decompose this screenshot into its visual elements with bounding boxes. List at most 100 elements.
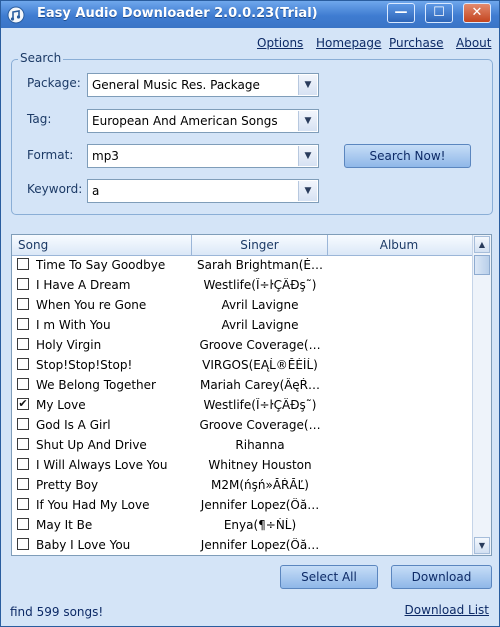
song-title: Stop!Stop!Stop! xyxy=(36,358,133,372)
scroll-thumb[interactable] xyxy=(474,255,490,275)
menu-about-link[interactable]: About xyxy=(456,36,491,50)
singer-name: Mariah Carey(ÂęŔ… xyxy=(199,378,321,392)
singer-name: Westlife(Î÷ŀÇÄĐş˜) xyxy=(203,278,317,292)
scroll-down-arrow-icon[interactable]: ▼ xyxy=(474,537,490,554)
song-title: I m With You xyxy=(36,318,111,332)
tag-select[interactable]: European And American Songs ▼ xyxy=(87,109,319,133)
format-label: Format: xyxy=(27,148,74,162)
row-checkbox[interactable] xyxy=(17,418,29,430)
tag-value: European And American Songs xyxy=(92,114,278,128)
select-all-button[interactable]: Select All xyxy=(280,565,378,589)
chevron-down-icon[interactable]: ▼ xyxy=(298,75,317,95)
row-checkbox[interactable] xyxy=(17,378,29,390)
song-list[interactable]: Song Singer Album Time To Say Goodbye Sar… xyxy=(11,234,492,556)
row-checkbox[interactable] xyxy=(17,438,29,450)
song-title: I Will Always Love You xyxy=(36,458,168,472)
search-group-legend: Search xyxy=(18,51,64,65)
list-item[interactable]: Baby I Love You Jennifer Lopez(Öă… xyxy=(12,535,472,555)
format-value: mp3 xyxy=(92,149,119,163)
row-checkbox[interactable] xyxy=(17,518,29,530)
list-item[interactable]: If You Had My Love Jennifer Lopez(Öă… xyxy=(12,495,472,515)
song-title: Shut Up And Drive xyxy=(36,438,147,452)
song-title: I Have A Dream xyxy=(36,278,131,292)
list-header: Song Singer Album xyxy=(12,235,472,256)
list-item[interactable]: Pretty Boy M2M(ńşń»ĂŔĂĽ) xyxy=(12,475,472,495)
status-text: find 599 songs! xyxy=(10,605,104,619)
list-item[interactable]: God Is A Girl Groove Coverage(… xyxy=(12,415,472,435)
column-header-singer[interactable]: Singer xyxy=(192,235,328,255)
song-title: Baby I Love You xyxy=(36,538,131,552)
chevron-down-icon[interactable]: ▼ xyxy=(298,146,317,166)
list-item[interactable]: May It Be Enya(¶÷ŃĹ) xyxy=(12,515,472,535)
download-button[interactable]: Download xyxy=(391,565,492,589)
app-icon xyxy=(7,6,25,24)
list-item[interactable]: ✔ My Love Westlife(Î÷ŀÇÄĐş˜) xyxy=(12,395,472,415)
title-bar[interactable]: Easy Audio Downloader 2.0.0.23(Trial) — … xyxy=(1,1,499,28)
list-item[interactable]: Time To Say Goodbye Sarah Brightman(É… xyxy=(12,255,472,275)
chevron-down-icon[interactable]: ▼ xyxy=(298,181,317,201)
column-header-song[interactable]: Song xyxy=(12,235,192,255)
scroll-up-arrow-icon[interactable]: ▲ xyxy=(474,236,490,253)
list-item[interactable]: Stop!Stop!Stop! VIRGOS(ЕĄĹ®ĔĖÍĹ) xyxy=(12,355,472,375)
singer-name: Avril Lavigne xyxy=(221,298,299,312)
singer-name: Whitney Houston xyxy=(208,458,312,472)
singer-name: Sarah Brightman(É… xyxy=(196,258,324,272)
song-title: May It Be xyxy=(36,518,93,532)
row-checkbox[interactable] xyxy=(17,478,29,490)
search-now-button[interactable]: Search Now! xyxy=(344,144,471,168)
song-title: We Belong Together xyxy=(36,378,156,392)
main-window: Easy Audio Downloader 2.0.0.23(Trial) — … xyxy=(0,0,500,627)
download-list-link[interactable]: Download List xyxy=(405,603,489,617)
song-title: Holy Virgin xyxy=(36,338,102,352)
minimize-button[interactable]: — xyxy=(387,3,415,23)
package-select[interactable]: General Music Res. Package ▼ xyxy=(87,73,319,97)
list-item[interactable]: I Will Always Love You Whitney Houston xyxy=(12,455,472,475)
list-item[interactable]: Shut Up And Drive Rihanna xyxy=(12,435,472,455)
menu-options-link[interactable]: Options xyxy=(257,36,303,50)
row-checkbox[interactable] xyxy=(17,278,29,290)
row-checkbox[interactable] xyxy=(17,458,29,470)
song-title: If You Had My Love xyxy=(36,498,150,512)
chevron-down-icon[interactable]: ▼ xyxy=(298,111,317,131)
song-title: My Love xyxy=(36,398,86,412)
list-item[interactable]: When You re Gone Avril Lavigne xyxy=(12,295,472,315)
list-item[interactable]: Holy Virgin Groove Coverage(… xyxy=(12,335,472,355)
singer-name: Groove Coverage(… xyxy=(199,338,321,352)
row-checkbox[interactable] xyxy=(17,298,29,310)
row-checkbox[interactable]: ✔ xyxy=(17,398,29,410)
row-checkbox[interactable] xyxy=(17,338,29,350)
menu-homepage-link[interactable]: Homepage xyxy=(316,36,381,50)
singer-name: VIRGOS(ЕĄĹ®ĔĖÍĹ) xyxy=(202,358,318,372)
row-checkbox[interactable] xyxy=(17,258,29,270)
song-title: Time To Say Goodbye xyxy=(36,258,166,272)
list-scrollbar[interactable]: ▲ ▼ xyxy=(472,235,491,555)
singer-name: Avril Lavigne xyxy=(221,318,299,332)
row-checkbox[interactable] xyxy=(17,498,29,510)
song-title: Pretty Boy xyxy=(36,478,99,492)
menu-purchase-link[interactable]: Purchase xyxy=(389,36,444,50)
song-title: When You re Gone xyxy=(36,298,147,312)
list-item[interactable]: We Belong Together Mariah Carey(ÂęŔ… xyxy=(12,375,472,395)
keyword-value: a xyxy=(92,184,100,198)
keyword-label: Keyword: xyxy=(27,182,83,196)
row-checkbox[interactable] xyxy=(17,318,29,330)
package-label: Package: xyxy=(27,76,81,90)
row-checkbox[interactable] xyxy=(17,358,29,370)
singer-name: Groove Coverage(… xyxy=(199,418,321,432)
maximize-button[interactable]: ☐ xyxy=(425,3,453,23)
column-header-album[interactable]: Album xyxy=(328,235,470,255)
tag-label: Tag: xyxy=(27,112,52,126)
package-value: General Music Res. Package xyxy=(92,78,260,92)
keyword-combo[interactable]: a ▼ xyxy=(87,179,319,203)
singer-name: M2M(ńşń»ĂŔĂĽ) xyxy=(211,478,309,492)
format-select[interactable]: mp3 ▼ xyxy=(87,144,319,168)
row-checkbox[interactable] xyxy=(17,538,29,550)
singer-name: Jennifer Lopez(Öă… xyxy=(200,498,320,512)
singer-name: Rihanna xyxy=(235,438,285,452)
window-title: Easy Audio Downloader 2.0.0.23(Trial) xyxy=(37,6,318,21)
list-item[interactable]: I Have A Dream Westlife(Î÷ŀÇÄĐş˜) xyxy=(12,275,472,295)
close-button[interactable]: ✕ xyxy=(463,3,491,23)
list-item[interactable]: I m With You Avril Lavigne xyxy=(12,315,472,335)
singer-name: Enya(¶÷ŃĹ) xyxy=(223,518,297,532)
song-title: God Is A Girl xyxy=(36,418,111,432)
